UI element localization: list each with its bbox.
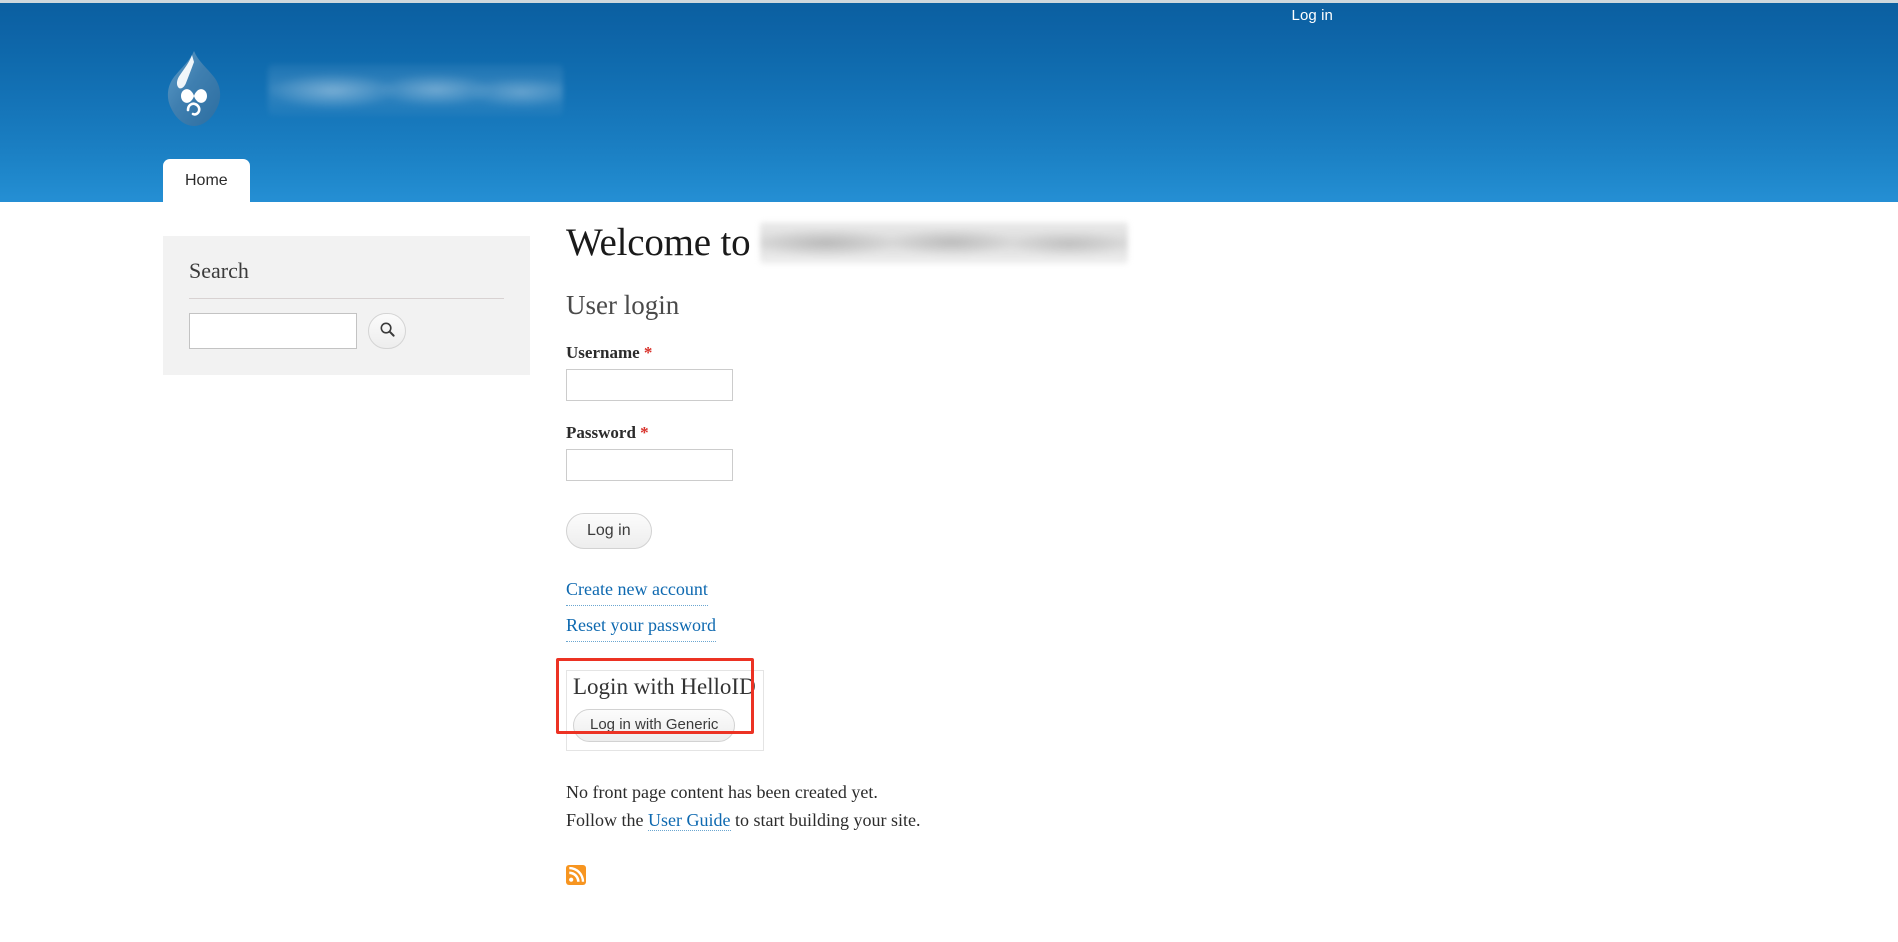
search-submit-button[interactable]: [368, 313, 406, 349]
page-root: Log in Home Search Welcome to User login…: [0, 0, 1898, 942]
sidebar-first: Search: [163, 236, 530, 375]
create-new-account-link[interactable]: Create new account: [566, 575, 708, 606]
helloid-block-title: Login with HelloID: [573, 674, 756, 700]
search-icon: [379, 321, 396, 341]
front-note-line-1: No front page content has been created y…: [566, 782, 878, 803]
password-label-text: Password: [566, 422, 636, 442]
main-navigation: Home: [163, 159, 250, 202]
page-body: Search Welcome to User login Username * …: [0, 202, 1898, 942]
front-page-empty-note: No front page content has been created y…: [566, 779, 1346, 835]
user-login-heading: User login: [566, 289, 680, 320]
main-content: Welcome to User login Username * Passwor…: [556, 221, 1346, 886]
username-input[interactable]: [566, 368, 733, 401]
username-required-marker: *: [643, 342, 653, 362]
front-note-prefix: Follow the: [566, 810, 649, 831]
password-input[interactable]: [566, 448, 733, 481]
search-block-title: Search: [189, 258, 504, 299]
rss-feed-icon[interactable]: [566, 865, 586, 886]
password-required-marker: *: [640, 422, 649, 442]
login-submit-button[interactable]: Log in: [566, 512, 652, 549]
drupal-droplet-icon: [163, 48, 225, 132]
user-login-links: Create new account Reset your password: [566, 575, 1346, 643]
form-item-password: Password *: [566, 423, 1346, 481]
user-login-block: User login Username * Password * Log in …: [566, 289, 1346, 643]
link-row-create-account: Create new account: [566, 575, 1346, 606]
page-title: Welcome to: [566, 221, 751, 264]
username-label: Username *: [566, 343, 1346, 363]
site-header: Log in Home: [0, 0, 1898, 202]
search-input[interactable]: [189, 313, 357, 349]
page-title-row: Welcome to: [566, 221, 1346, 265]
nav-tab-home[interactable]: Home: [163, 159, 250, 202]
password-label: Password *: [566, 423, 1346, 443]
helloid-login-block: Login with HelloID Log in with Generic: [556, 658, 764, 752]
helloid-block-inner: Login with HelloID Log in with Generic: [566, 670, 764, 752]
form-item-username: Username *: [566, 343, 1346, 401]
search-form: [189, 313, 504, 349]
header-login-link[interactable]: Log in: [1292, 7, 1333, 24]
user-guide-link[interactable]: User Guide: [648, 810, 731, 832]
site-branding[interactable]: [163, 48, 563, 132]
link-row-reset-password: Reset your password: [566, 611, 1346, 643]
login-with-generic-button[interactable]: Log in with Generic: [573, 709, 736, 743]
front-note-line-2: Follow the User Guide to start building …: [566, 807, 1346, 835]
search-block: Search: [163, 236, 530, 375]
username-label-text: Username: [566, 342, 640, 362]
user-login-form: Username * Password * Log in: [566, 343, 1346, 549]
account-nav: Log in: [1292, 0, 1898, 30]
page-title-sitename-redacted: [760, 222, 1129, 265]
reset-your-password-link[interactable]: Reset your password: [566, 611, 716, 643]
front-note-suffix: to start building your site.: [730, 810, 921, 831]
site-name-redacted: [268, 64, 563, 116]
